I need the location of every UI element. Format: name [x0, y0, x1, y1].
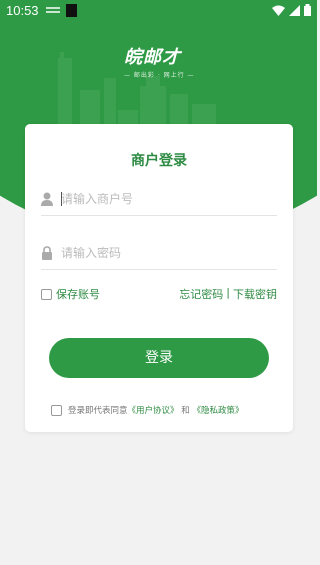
login-card: 商户登录 保存账号 忘记密码 | 下载密钥 登录 登录即代表同意《用户协议》 [25, 124, 293, 432]
lock-icon [42, 246, 52, 260]
agreement-text: 登录即代表同意《用户协议》 和 《隐私政策》 [68, 404, 243, 416]
card-title: 商户登录 [131, 153, 187, 169]
status-time: 10:53 [6, 3, 39, 18]
download-key-link[interactable]: 下载密钥 [233, 286, 277, 302]
logo-mark: 皖邮才 [124, 47, 181, 68]
status-bar: 10:53 [0, 0, 317, 22]
privacy-policy-link[interactable]: 《隐私政策》 [192, 406, 243, 416]
app-logo: 皖邮才 — 邮出彩 · 网上行 — [124, 43, 196, 79]
account-field [41, 182, 277, 216]
agreement-row: 登录即代表同意《用户协议》 和 《隐私政策》 [51, 404, 281, 416]
agreement-prefix: 登录即代表同意 [68, 406, 128, 416]
agreement-checkbox[interactable] [51, 404, 62, 416]
forgot-password-link[interactable]: 忘记密码 [179, 286, 223, 302]
password-input[interactable] [61, 242, 271, 264]
wifi-icon [272, 5, 285, 16]
remember-account[interactable]: 保存账号 [41, 286, 100, 302]
password-field [41, 236, 277, 270]
account-links: 忘记密码 | 下载密钥 [179, 286, 277, 302]
user-agreement-link[interactable]: 《用户协议》 [128, 406, 179, 416]
remember-checkbox[interactable] [41, 288, 52, 300]
account-input[interactable] [61, 188, 271, 210]
battery-icon [304, 4, 311, 16]
remember-label: 保存账号 [56, 288, 100, 301]
link-separator: | [226, 286, 230, 299]
sim-icon [46, 7, 60, 13]
login-button[interactable]: 登录 [49, 338, 269, 378]
agreement-and: 和 [181, 406, 190, 416]
text-cursor [61, 192, 62, 206]
notification-icon [66, 4, 77, 17]
status-icons [272, 4, 311, 16]
signal-icon [289, 4, 300, 16]
user-icon [41, 192, 53, 206]
login-options: 保存账号 忘记密码 | 下载密钥 [41, 284, 277, 302]
logo-tagline: — 邮出彩 · 网上行 — [124, 72, 195, 79]
